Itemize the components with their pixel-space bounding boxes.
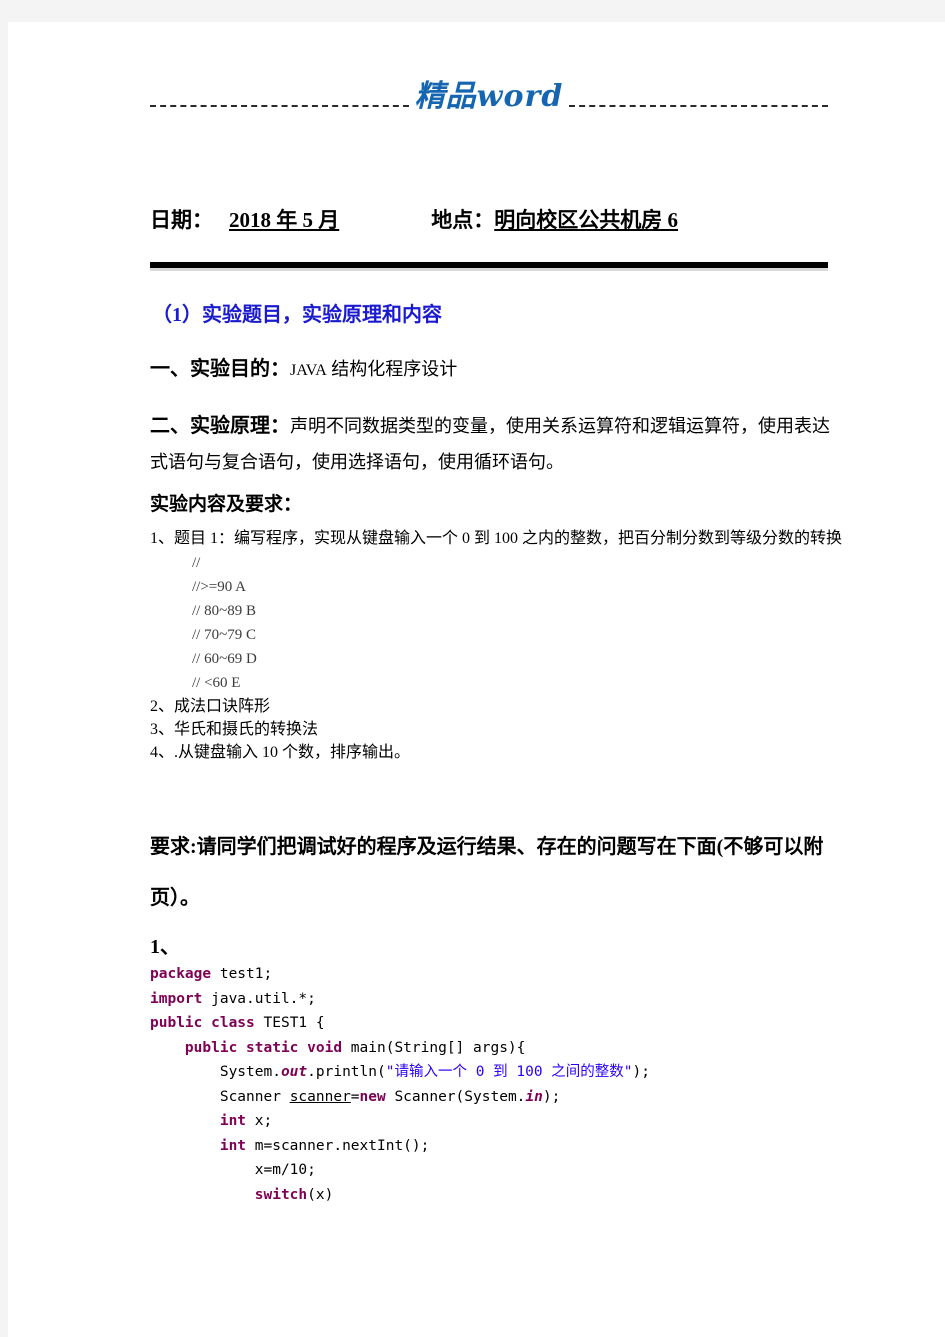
section-title: （1）实验题目，实验原理和内容	[152, 304, 442, 326]
purpose-language: JAVA	[290, 362, 327, 379]
code-line: public class TEST1 {	[150, 1011, 850, 1036]
task-comment-line: //>=90 A	[192, 579, 247, 595]
java-code-block: package test1; import java.util.*; public …	[150, 962, 850, 1207]
requirement-paragraph: 要求:请同学们把调试好的程序及运行结果、存在的问题写在下面(不够可以附页）。	[150, 836, 824, 909]
code-token-pln: =	[350, 1088, 360, 1105]
code-line: package test1;	[150, 962, 850, 987]
code-token-kw: int	[219, 1113, 255, 1129]
code-line: public static void main(String[] args){	[150, 1036, 850, 1061]
purpose-text: 结构化程序设计	[326, 359, 458, 379]
code-line: import java.util.*;	[150, 987, 850, 1012]
experiment-purpose: 一、实验目的：JAVA 结构化程序设计	[150, 352, 840, 381]
code-line: Scanner scanner=new Scanner(System.in);	[150, 1085, 850, 1110]
code-token-pln: );	[632, 1064, 650, 1080]
document-page: 精品word 日期： 2018 年 5 月 地点：明向校区公共机房 6 （1）实验题…	[0, 0, 945, 1337]
code-line: x=m/10;	[150, 1158, 850, 1183]
place-value: 明向校区公共机房 6	[494, 208, 678, 232]
task-item: 4、.从键盘输入 10 个数，排序输出。	[150, 744, 411, 761]
code-token-pln	[150, 1187, 255, 1203]
date-label: 日期：	[150, 208, 213, 232]
header-dashed-rule-right	[569, 105, 828, 107]
code-token-pln: .println(	[307, 1064, 386, 1080]
code-token-kw: int	[219, 1137, 255, 1154]
code-token-str: "请输入一个 0 到 100 之间的整数"	[385, 1064, 633, 1080]
purpose-label: 一、实验目的：	[150, 358, 290, 380]
task-item: 2、成法口诀阵形	[150, 698, 271, 715]
code-token-pln: m=scanner.nextInt();	[254, 1137, 430, 1154]
code-token-kw: new	[359, 1088, 395, 1105]
code-token-pln: x=m/10;	[150, 1162, 316, 1178]
code-token-pln: x;	[254, 1113, 273, 1129]
code-line: switch(x)	[150, 1183, 850, 1208]
code-line: int x;	[150, 1109, 850, 1134]
code-token-pln: java.util.*;	[211, 990, 316, 1007]
document-header: 精品word	[150, 72, 828, 122]
code-token-pln: Scanner	[150, 1088, 290, 1105]
code-token-kw: switch	[254, 1186, 308, 1203]
task-comment-line: //	[192, 555, 201, 571]
experiment-principle: 二、实验原理：声明不同数据类型的变量，使用关系运算符和逻辑运算符，使用表达式语句…	[150, 408, 840, 480]
place-label: 地点：	[431, 208, 495, 232]
page-margin-top	[0, 0, 945, 22]
task-item: 1、题目 1：编写程序，实现从键盘输入一个 0 到 100 之内的整数，把百分制…	[150, 530, 843, 547]
code-token-loc: scanner	[289, 1088, 351, 1105]
code-token-pln: System.	[150, 1064, 281, 1080]
contents-heading: 实验内容及要求：	[150, 494, 303, 515]
code-token-pln	[150, 1138, 220, 1154]
code-line: System.out.println("请输入一个 0 到 100 之间的整数"…	[150, 1060, 850, 1085]
meta-row: 日期： 2018 年 5 月 地点：明向校区公共机房 6	[150, 204, 828, 234]
code-token-pln	[150, 1113, 220, 1129]
code-token-pln: TEST1 {	[263, 1015, 325, 1031]
date-value: 2018 年 5 月	[229, 208, 340, 232]
code-token-kw: public class	[150, 1015, 264, 1031]
code-token-pln	[150, 1040, 185, 1056]
task-comment-line: // 80~89 B	[192, 603, 256, 619]
task-comment-line: // <60 E	[192, 675, 241, 691]
principle-label: 二、实验原理：	[150, 415, 290, 437]
code-token-pln: test1;	[219, 966, 273, 982]
code-token-pln: Scanner(System.	[394, 1088, 526, 1105]
code-token-kw: import	[150, 990, 212, 1007]
task-list: 1、题目 1：编写程序，实现从键盘输入一个 0 到 100 之内的整数，把百分制…	[150, 527, 842, 764]
code-token-fld: in	[525, 1088, 543, 1105]
header-divider-rule	[150, 262, 828, 268]
code-token-pln: );	[542, 1088, 561, 1105]
code-line: int m=scanner.nextInt();	[150, 1134, 850, 1159]
code-token-pln: (x)	[307, 1186, 334, 1203]
code-token-fld: out	[280, 1064, 308, 1080]
task-comment-line: // 60~69 D	[192, 651, 257, 667]
page-margin-left	[0, 0, 8, 1337]
code-token-kw: public static void	[184, 1039, 351, 1056]
answer-number: 1、	[150, 936, 180, 958]
header-brand-text: 精品word	[414, 79, 564, 114]
code-token-pln: main(String[] args){	[350, 1039, 526, 1056]
task-item: 3、华氏和摄氏的转换法	[150, 721, 319, 738]
task-comment-line: // 70~79 C	[192, 627, 256, 643]
header-dashed-rule-left	[150, 105, 409, 107]
code-token-kw: package	[150, 966, 220, 982]
